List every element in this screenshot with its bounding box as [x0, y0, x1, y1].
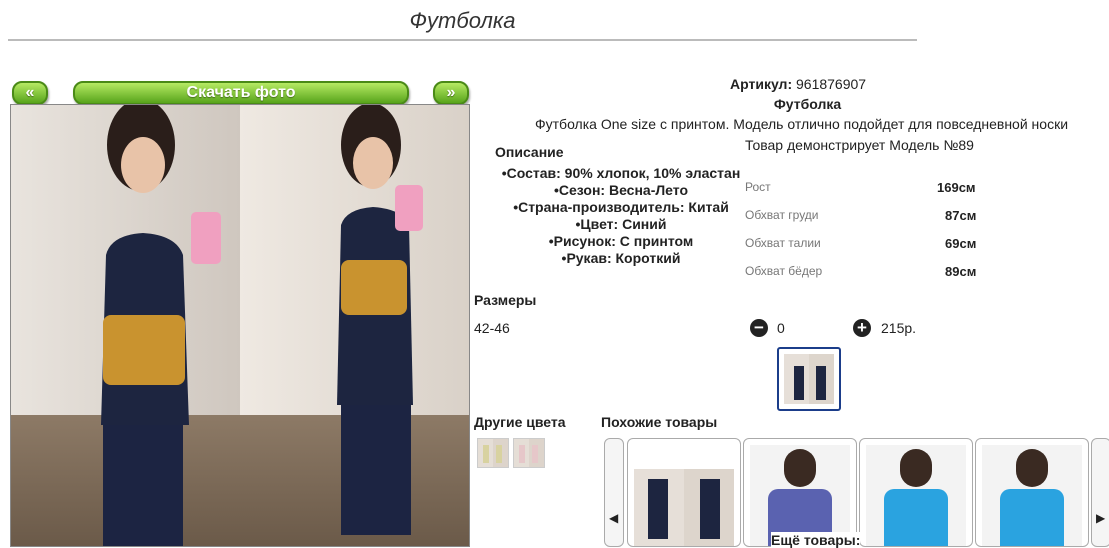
- description-item: Рисунок: С принтом: [490, 233, 752, 250]
- carousel-prev-button[interactable]: ◀: [604, 438, 624, 547]
- size-value: 42-46: [474, 320, 510, 336]
- model-note: Товар демонстрирует Модель №89: [745, 137, 974, 153]
- description-item: Цвет: Синий: [490, 216, 752, 233]
- description-item: Сезон: Весна-Лето: [490, 182, 752, 199]
- color-variant-thumbnail[interactable]: [513, 438, 545, 468]
- similar-product-card[interactable]: [627, 438, 741, 547]
- similar-heading: Похожие товары: [601, 414, 718, 430]
- measurement-label-chest: Обхват груди: [745, 208, 819, 222]
- measurement-value-height: 169см: [937, 180, 976, 195]
- minus-circle-icon[interactable]: −: [750, 319, 768, 337]
- measurement-value-chest: 87см: [945, 208, 977, 223]
- plus-circle-icon[interactable]: +: [853, 319, 871, 337]
- quantity-value[interactable]: 0: [777, 320, 785, 336]
- description-item: Рукав: Короткий: [490, 250, 752, 267]
- sizes-heading: Размеры: [474, 292, 537, 308]
- description-list: Состав: 90% хлопок, 10% эластан Сезон: В…: [490, 165, 752, 267]
- measurement-label-height: Рост: [745, 180, 771, 194]
- article-label: Артикул:: [730, 76, 793, 92]
- measurement-value-waist: 69см: [945, 236, 977, 251]
- measurement-value-hips: 89см: [945, 264, 977, 279]
- page-title: Футболка: [409, 8, 516, 33]
- similar-product-card[interactable]: [975, 438, 1089, 547]
- price-value: 215р.: [881, 320, 917, 336]
- more-products-label[interactable]: Ещё товары:: [771, 532, 861, 548]
- measurement-label-hips: Обхват бёдер: [745, 264, 823, 278]
- description-item: Состав: 90% хлопок, 10% эластан: [490, 165, 752, 182]
- product-description: Футболка One size с принтом. Модель отли…: [535, 116, 1069, 132]
- measurement-label-waist: Обхват талии: [745, 236, 821, 250]
- product-photo[interactable]: [10, 104, 470, 547]
- model-figures: [101, 105, 423, 546]
- prev-photo-button[interactable]: «: [12, 81, 48, 105]
- similar-carousel: ◀ ▶: [604, 438, 1109, 547]
- download-photo-button[interactable]: Скачать фото: [73, 81, 409, 105]
- similar-product-card[interactable]: [743, 438, 857, 547]
- other-colors-heading: Другие цвета: [474, 414, 566, 430]
- color-variant-thumbnail[interactable]: [477, 438, 509, 468]
- title-divider: [8, 39, 917, 41]
- carousel-next-button[interactable]: ▶: [1091, 438, 1109, 547]
- description-item: Страна-производитель: Китай: [490, 199, 752, 216]
- similar-product-card[interactable]: [859, 438, 973, 547]
- article-value: 961876907: [796, 76, 867, 92]
- carousel-next-icon: ▶: [1096, 511, 1106, 525]
- next-photo-button[interactable]: »: [433, 81, 469, 105]
- description-heading: Описание: [495, 144, 564, 160]
- selected-thumbnail[interactable]: [777, 347, 841, 411]
- product-name: Футболка: [773, 96, 842, 112]
- carousel-prev-icon: ◀: [609, 511, 619, 525]
